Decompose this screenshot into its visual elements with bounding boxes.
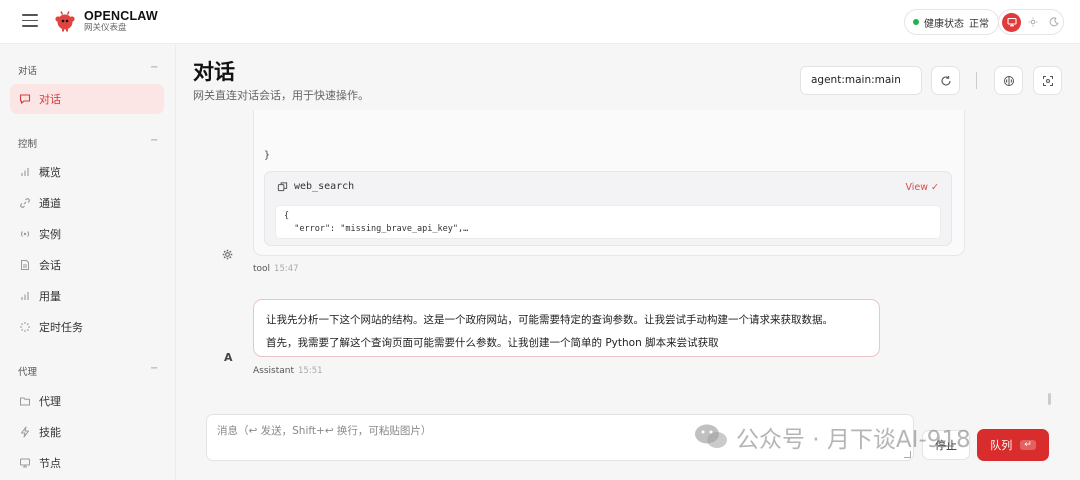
refresh-button[interactable] <box>931 66 960 95</box>
collapse-toggle-control[interactable]: − <box>150 135 158 146</box>
sidebar-item-label: 用量 <box>39 290 61 303</box>
monitor-icon <box>19 457 31 469</box>
assistant-avatar: A <box>224 351 233 364</box>
sidebar-item-channels[interactable]: 通道 <box>10 188 164 218</box>
tool-message-meta: tool 15:47 <box>253 264 299 274</box>
collapse-toggle-chat[interactable]: − <box>150 62 158 73</box>
gear-icon <box>222 249 233 263</box>
sidebar-item-cron[interactable]: 定时任务 <box>10 312 164 342</box>
tool-call-header: web_search <box>277 181 354 192</box>
menu-icon[interactable] <box>22 14 38 28</box>
health-dot-icon <box>913 19 919 25</box>
refresh-icon <box>940 75 951 86</box>
session-key-select[interactable]: agent:main:main <box>800 66 922 95</box>
sidebar-item-label: 节点 <box>39 457 61 470</box>
sidebar-item-label: 会话 <box>39 259 61 272</box>
bar-chart-icon <box>19 290 31 302</box>
thinking-toggle-button[interactable] <box>994 66 1023 95</box>
sidebar-item-label: 对话 <box>39 93 61 106</box>
assistant-message-meta: Assistant 15:51 <box>253 366 323 376</box>
message-sender: tool <box>253 264 271 274</box>
page-subtitle: 网关直连对话会话，用于快速操作。 <box>193 89 369 102</box>
top-bar: OPENCLAW 网关仪表盘 健康状态 正常 <box>0 0 1080 44</box>
chat-icon <box>19 93 31 105</box>
sidebar: 对话 − 对话 控制 − 概览 通道 实例 会话 用量 定时任务 代理 − 代理… <box>0 44 176 480</box>
folder-icon <box>19 395 31 407</box>
link-icon <box>19 197 31 209</box>
sidebar-item-usage[interactable]: 用量 <box>10 281 164 311</box>
sidebar-item-skills[interactable]: 技能 <box>10 417 164 447</box>
theme-system-button[interactable] <box>1002 12 1021 32</box>
watermark-text: 公众号 · 月下谈AI-918 <box>736 427 971 453</box>
document-icon <box>19 259 31 271</box>
wechat-icon <box>695 424 727 448</box>
section-label-chat: 对话 <box>18 66 38 77</box>
message-time: 15:51 <box>298 366 323 376</box>
sidebar-item-overview[interactable]: 概览 <box>10 157 164 187</box>
brand: OPENCLAW 网关仪表盘 <box>84 9 158 34</box>
sidebar-item-label: 通道 <box>39 197 61 210</box>
code-brace: } <box>264 150 271 161</box>
theme-switcher <box>998 9 1064 35</box>
brain-icon <box>1003 75 1014 86</box>
health-status: 健康状态 正常 <box>904 9 999 35</box>
page-title: 对话 <box>193 60 235 84</box>
collapse-toggle-agents[interactable]: − <box>150 363 158 374</box>
sidebar-item-label: 实例 <box>39 228 61 241</box>
sidebar-item-agents[interactable]: 代理 <box>10 386 164 416</box>
moon-icon <box>1049 17 1059 27</box>
tool-link-icon <box>277 182 288 192</box>
chat-thread: } web_search View ✓ { "error": "missing_… <box>176 110 1080 400</box>
theme-dark-button[interactable] <box>1044 13 1063 32</box>
monitor-icon <box>1006 17 1017 27</box>
message-sender: Assistant <box>253 366 295 376</box>
assistant-message-line: 让我先分析一下这个网站的结构。这是一个政府网站，可能需要特定的查询参数。让我尝试… <box>266 314 833 326</box>
sun-icon <box>1028 17 1037 27</box>
bar-chart-icon <box>19 166 31 178</box>
health-label: 健康状态 <box>924 18 964 30</box>
assistant-message-line: 首先，我需要了解这个查询页面可能需要什么参数。让我创建一个简单的 Python … <box>266 337 719 349</box>
enter-key-icon: ↵ <box>1020 440 1036 450</box>
openclaw-logo <box>55 11 75 32</box>
watermark: 公众号 · 月下谈AI-918 <box>694 420 971 454</box>
tool-output-preview: { "error": "missing_brave_api_key",… <box>275 205 941 239</box>
app-subtitle: 网关仪表盘 <box>84 23 127 33</box>
health-value: 正常 <box>969 18 989 30</box>
focus-mode-button[interactable] <box>1033 66 1062 95</box>
header-divider <box>976 72 977 89</box>
sidebar-item-label: 定时任务 <box>39 321 83 334</box>
tool-view-link[interactable]: View ✓ <box>905 182 939 193</box>
sidebar-item-label: 概览 <box>39 166 61 179</box>
theme-light-button[interactable] <box>1023 13 1042 32</box>
tool-name: web_search <box>294 181 355 192</box>
sidebar-item-sessions[interactable]: 会话 <box>10 250 164 280</box>
sidebar-item-label: 技能 <box>39 426 61 439</box>
message-placeholder: 消息（↩ 发送，Shift+↩ 换行，可粘贴图片） <box>217 425 432 437</box>
loader-icon <box>19 321 31 333</box>
tool-call-block: web_search View ✓ { "error": "missing_br… <box>264 171 952 246</box>
app-title: OPENCLAW <box>84 9 158 23</box>
queue-label: 队列 <box>990 439 1013 452</box>
section-label-control: 控制 <box>18 139 38 150</box>
assistant-message-bubble: 让我先分析一下这个网站的结构。这是一个政府网站，可能需要特定的查询参数。让我尝试… <box>253 299 880 357</box>
section-label-agents: 代理 <box>18 367 38 378</box>
radio-icon <box>19 228 31 240</box>
sidebar-item-label: 代理 <box>39 395 61 408</box>
message-time: 15:47 <box>274 264 299 274</box>
sidebar-item-chat[interactable]: 对话 <box>10 84 164 114</box>
focus-icon <box>1042 75 1053 86</box>
sidebar-item-instances[interactable]: 实例 <box>10 219 164 249</box>
sidebar-item-nodes[interactable]: 节点 <box>10 448 164 478</box>
queue-button[interactable]: 队列 ↵ <box>977 429 1049 461</box>
zap-icon <box>19 426 31 438</box>
chat-scrollbar[interactable] <box>1048 393 1051 405</box>
